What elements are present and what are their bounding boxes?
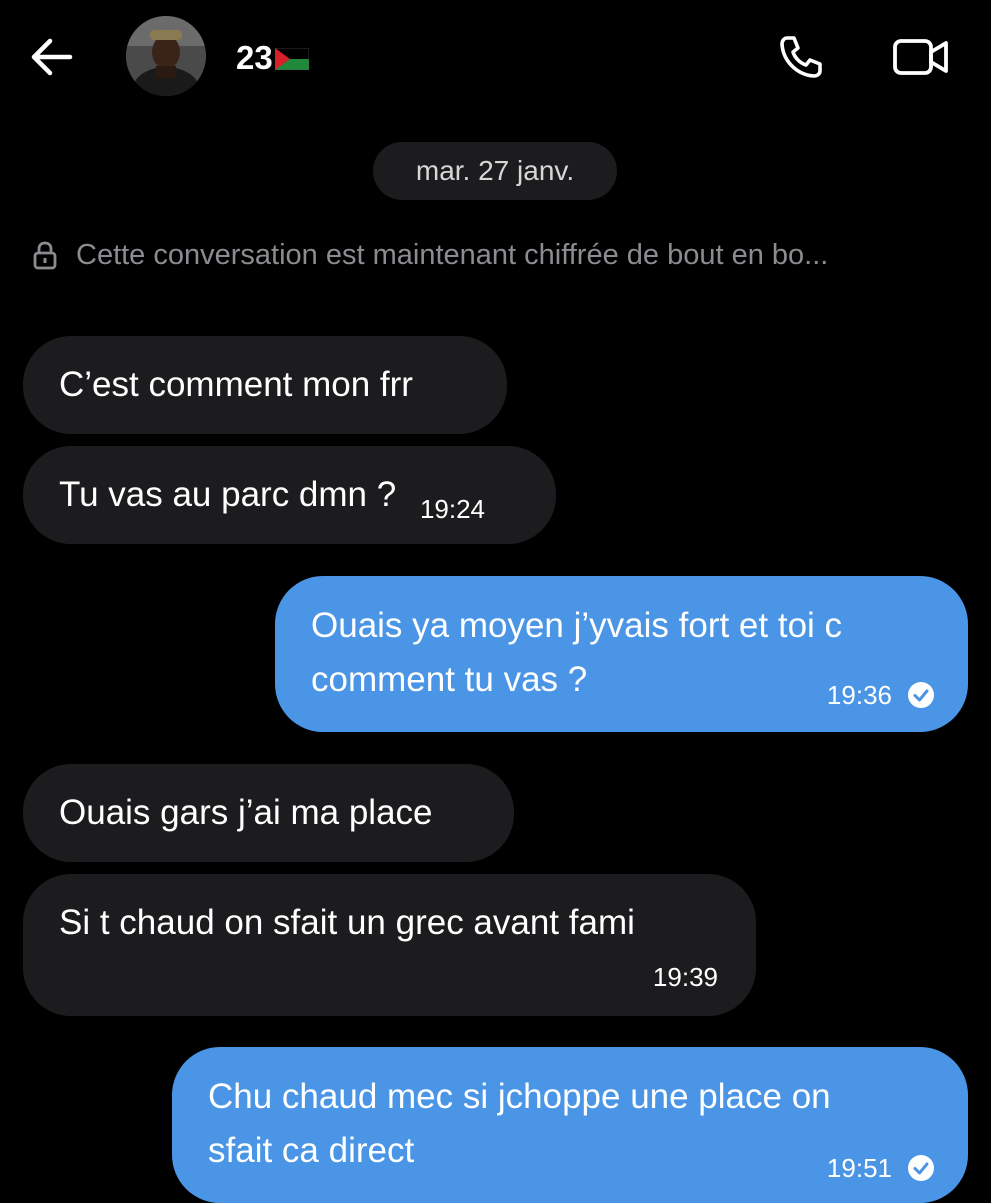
encryption-notice[interactable]: Cette conversation est maintenant chiffr…	[32, 232, 972, 278]
video-camera-icon	[893, 39, 948, 75]
message-text: C’est comment mon frr	[59, 365, 413, 404]
avatar[interactable]	[126, 16, 206, 96]
message-meta: 19:51	[827, 1153, 936, 1183]
read-receipt-icon	[908, 682, 934, 708]
contact-name[interactable]: 23	[236, 38, 309, 78]
call-button[interactable]	[774, 30, 828, 84]
phone-icon	[780, 36, 822, 78]
encryption-notice-text: Cette conversation est maintenant chiffr…	[76, 238, 829, 271]
video-call-button[interactable]	[890, 30, 952, 84]
message-bubble-incoming[interactable]: C’est comment mon frr	[23, 336, 507, 434]
message-text: Ouais gars j’ai ma place	[59, 793, 433, 832]
conversation-header: 23	[0, 0, 991, 115]
avatar-photo	[126, 16, 206, 96]
message-text-line: Chu chaud mec si jchoppe une place on	[208, 1077, 831, 1116]
message-bubble-incoming[interactable]: Si t chaud on sfait un grec avant fami 1…	[23, 874, 756, 1016]
message-timestamp: 19:24	[419, 494, 486, 524]
flag-icon	[274, 48, 309, 70]
date-separator: mar. 27 janv.	[373, 142, 617, 200]
contact-name-text: 23	[236, 39, 273, 76]
message-text: Si t chaud on sfait un grec avant fami	[59, 903, 635, 942]
message-timestamp: 19:36	[826, 680, 892, 710]
arrow-left-icon	[31, 38, 73, 76]
message-bubble-incoming[interactable]: Ouais gars j’ai ma place	[23, 764, 514, 862]
message-timestamp: 19:39	[652, 962, 718, 992]
message-text-line: Ouais ya moyen j’yvais fort et toi c	[311, 606, 843, 645]
message-text: Tu vas au parc dmn ?	[59, 475, 397, 514]
message-meta: 19:36	[827, 680, 936, 710]
lock-icon	[33, 241, 57, 270]
message-text-line: sfait ca direct	[208, 1131, 415, 1170]
message-bubble-outgoing[interactable]: Ouais ya moyen j’yvais fort et toi c com…	[275, 576, 968, 732]
message-bubble-incoming[interactable]: Tu vas au parc dmn ? 19:24	[23, 446, 556, 544]
message-bubble-outgoing[interactable]: Chu chaud mec si jchoppe une place on sf…	[172, 1047, 968, 1203]
back-button[interactable]	[26, 32, 76, 82]
message-timestamp: 19:51	[826, 1153, 892, 1183]
read-receipt-icon	[908, 1155, 934, 1181]
